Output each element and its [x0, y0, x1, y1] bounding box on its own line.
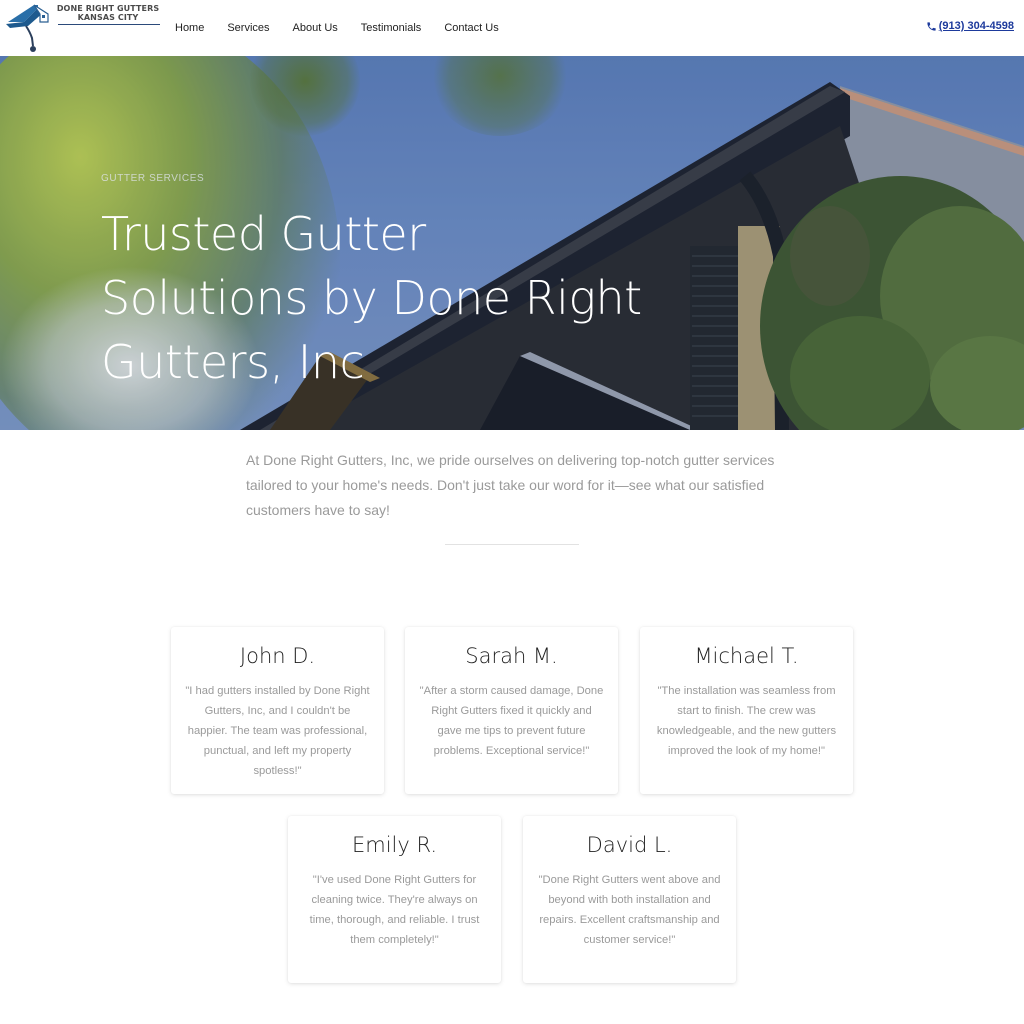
phone-number: (913) 304-4598 — [938, 20, 1014, 32]
testimonial-name: Sarah M. — [465, 644, 558, 668]
testimonial-quote: "After a storm caused damage, Done Right… — [419, 685, 604, 757]
testimonial-card: Michael T. "The installation was seamles… — [640, 627, 853, 794]
hero-title-line: Gutters, Inc — [101, 335, 365, 389]
logo-underline — [58, 24, 160, 25]
section-divider — [445, 544, 579, 545]
logo-text: DONE RIGHT GUTTERS KANSAS CITY — [56, 4, 160, 22]
testimonial-name: Emily R. — [351, 833, 437, 857]
nav-contact-us[interactable]: Contact Us — [444, 20, 498, 36]
phone-link[interactable]: (913) 304-4598 — [926, 20, 1014, 32]
nav-about-us[interactable]: About Us — [293, 20, 338, 36]
intro-text: At Done Right Gutters, Inc, we pride our… — [246, 452, 775, 518]
hero-section: GUTTER SERVICES Trusted Gutter Solutions… — [0, 56, 1024, 430]
testimonial-name: John D. — [239, 644, 316, 668]
logo-line-1: DONE RIGHT GUTTERS — [56, 4, 160, 13]
testimonial-card: David L. "Done Right Gutters went above … — [523, 816, 736, 983]
logo[interactable]: DONE RIGHT GUTTERS KANSAS CITY — [4, 2, 160, 54]
nav-home[interactable]: Home — [175, 20, 204, 36]
logo-line-2: KANSAS CITY — [77, 13, 139, 22]
hero-title: Trusted Gutter Solutions by Done Right G… — [101, 202, 681, 394]
hero-title-line: Solutions by Done Right — [101, 271, 642, 325]
testimonial-name: Michael T. — [694, 644, 799, 668]
testimonial-card: Emily R. "I've used Done Right Gutters f… — [288, 816, 501, 983]
testimonial-quote: "The installation was seamless from star… — [656, 685, 837, 757]
nav-services[interactable]: Services — [227, 20, 269, 36]
testimonial-quote: "Done Right Gutters went above and beyon… — [538, 874, 721, 946]
testimonial-name: David L. — [586, 833, 673, 857]
testimonial-quote: "I've used Done Right Gutters for cleani… — [309, 874, 480, 946]
hero-eyebrow: GUTTER SERVICES — [101, 173, 205, 184]
testimonial-quote: "I had gutters installed by Done Right G… — [185, 685, 370, 777]
testimonial-card: Sarah M. "After a storm caused damage, D… — [405, 627, 618, 794]
testimonial-card: John D. "I had gutters installed by Done… — [171, 627, 384, 794]
phone-icon — [927, 21, 936, 31]
house-gutter-logo-icon — [6, 4, 49, 52]
main-nav: Home Services About Us Testimonials Cont… — [175, 20, 522, 36]
site-header: DONE RIGHT GUTTERS KANSAS CITY Home Serv… — [0, 0, 1024, 56]
nav-testimonials[interactable]: Testimonials — [361, 20, 422, 36]
hero-title-line: Trusted Gutter — [101, 207, 426, 261]
